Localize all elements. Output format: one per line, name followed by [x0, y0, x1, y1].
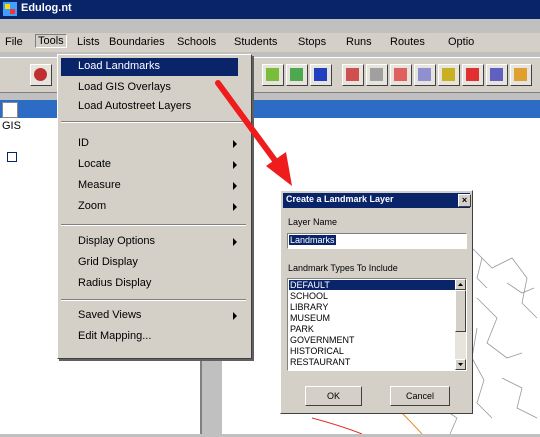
menu-separator	[61, 224, 246, 226]
submenu-arrow-icon	[233, 238, 237, 246]
create-landmark-layer-dialog: Create a Landmark Layer × Layer Name Lan…	[280, 190, 473, 414]
layer-name-field[interactable]: Landmarks	[287, 233, 467, 249]
layer-checkbox[interactable]	[7, 152, 17, 162]
submenu-arrow-icon	[233, 312, 237, 320]
menu-item-edit-mapping[interactable]: Edit Mapping...	[78, 330, 151, 342]
landmark-types-list[interactable]: DEFAULT SCHOOL LIBRARY MUSEUM PARK GOVER…	[287, 278, 467, 371]
menu-item-load-autostreet-layers[interactable]: Load Autostreet Layers	[78, 100, 191, 112]
arrow-down-icon	[458, 363, 463, 366]
gis-label: GIS	[2, 120, 21, 132]
grid-icon	[290, 68, 303, 81]
dialog-close-button[interactable]: ×	[458, 194, 471, 207]
list-item[interactable]: SCHOOL	[290, 291, 328, 301]
menu-runs[interactable]: Runs	[346, 36, 372, 48]
list-item[interactable]: RESTAURANT	[290, 357, 350, 367]
app-title: Edulog.nt	[21, 2, 72, 14]
app-icon	[3, 2, 17, 16]
app-title-bar: Edulog.nt	[0, 0, 540, 19]
landmark-types-label: Landmark Types To Include	[288, 263, 398, 273]
submenu-arrow-icon	[233, 161, 237, 169]
list-item[interactable]: MUSEUM	[290, 313, 330, 323]
bus-icon	[442, 68, 455, 81]
toolbar-button-tool7[interactable]	[390, 64, 412, 86]
layer-name-label: Layer Name	[288, 217, 338, 227]
arrow-up-icon	[458, 283, 463, 286]
document-icon	[2, 102, 18, 118]
menu-item-measure[interactable]: Measure	[78, 179, 121, 191]
menu-item-zoom[interactable]: Zoom	[78, 200, 106, 212]
list-scrollbar[interactable]	[455, 279, 466, 370]
layer-name-value: Landmarks	[289, 235, 336, 245]
toolbar-button-tool1[interactable]	[30, 64, 52, 86]
menu-tools[interactable]: Tools	[35, 34, 67, 48]
list-item[interactable]: DEFAULT	[289, 280, 455, 290]
scroll-down-button[interactable]	[455, 359, 466, 370]
toolbar-button-tool12[interactable]	[510, 64, 532, 86]
list-item[interactable]: GOVERNMENT	[290, 335, 355, 345]
dialog-title: Create a Landmark Layer	[286, 194, 394, 204]
red-circle-icon	[34, 68, 47, 81]
toolbar-button-tool4[interactable]	[310, 64, 332, 86]
list-item[interactable]: PARK	[290, 324, 314, 334]
toolbar-button-tool3[interactable]	[286, 64, 308, 86]
list-item[interactable]: HISTORICAL	[290, 346, 344, 356]
list-item[interactable]: LIBRARY	[290, 302, 328, 312]
grid-icon	[266, 68, 279, 81]
map-icon	[346, 68, 359, 81]
ok-button[interactable]: OK	[305, 386, 362, 406]
dialog-title-bar[interactable]: Create a Landmark Layer ×	[283, 193, 471, 208]
toolbar-button-tool10[interactable]	[462, 64, 484, 86]
menu-item-load-gis-overlays[interactable]: Load GIS Overlays	[78, 81, 171, 93]
bus-icon	[466, 68, 479, 81]
submenu-arrow-icon	[233, 140, 237, 148]
menu-options[interactable]: Optio	[448, 36, 474, 48]
menu-lists[interactable]: Lists	[77, 36, 100, 48]
menu-file[interactable]: File	[5, 36, 23, 48]
tools-menu: Load Landmarks Load GIS Overlays Load Au…	[57, 54, 252, 359]
menu-routes[interactable]: Routes	[390, 36, 425, 48]
map-icon	[418, 68, 431, 81]
menu-schools[interactable]: Schools	[177, 36, 216, 48]
menu-item-locate[interactable]: Locate	[78, 158, 111, 170]
menu-boundaries[interactable]: Boundaries	[109, 36, 165, 48]
menu-item-load-landmarks[interactable]: Load Landmarks	[61, 58, 238, 76]
menu-students[interactable]: Students	[234, 36, 277, 48]
menu-item-radius-display[interactable]: Radius Display	[78, 277, 151, 289]
menu-item-id[interactable]: ID	[78, 137, 89, 149]
cancel-button[interactable]: Cancel	[390, 386, 450, 406]
menu-item-saved-views[interactable]: Saved Views	[78, 309, 141, 321]
menu-bar: File Tools Lists Boundaries Schools Stud…	[0, 33, 540, 52]
submenu-arrow-icon	[233, 203, 237, 211]
menu-item-grid-display[interactable]: Grid Display	[78, 256, 138, 268]
menu-separator	[61, 121, 246, 123]
menu-item-display-options[interactable]: Display Options	[78, 235, 155, 247]
scroll-thumb[interactable]	[455, 290, 466, 332]
toolbar-button-tool8[interactable]	[414, 64, 436, 86]
submenu-arrow-icon	[233, 182, 237, 190]
map-icon	[490, 68, 503, 81]
toolbar-button-tool2[interactable]	[262, 64, 284, 86]
toolbar-button-tool9[interactable]	[438, 64, 460, 86]
map-icon	[394, 68, 407, 81]
toolbar-button-tool6[interactable]	[366, 64, 388, 86]
toolbar-button-tool5[interactable]	[342, 64, 364, 86]
map-icon	[370, 68, 383, 81]
square-icon	[314, 68, 327, 81]
map-icon	[514, 68, 527, 81]
menu-separator	[61, 299, 246, 301]
toolbar-button-tool11[interactable]	[486, 64, 508, 86]
scroll-up-button[interactable]	[455, 279, 466, 290]
menu-stops[interactable]: Stops	[298, 36, 326, 48]
